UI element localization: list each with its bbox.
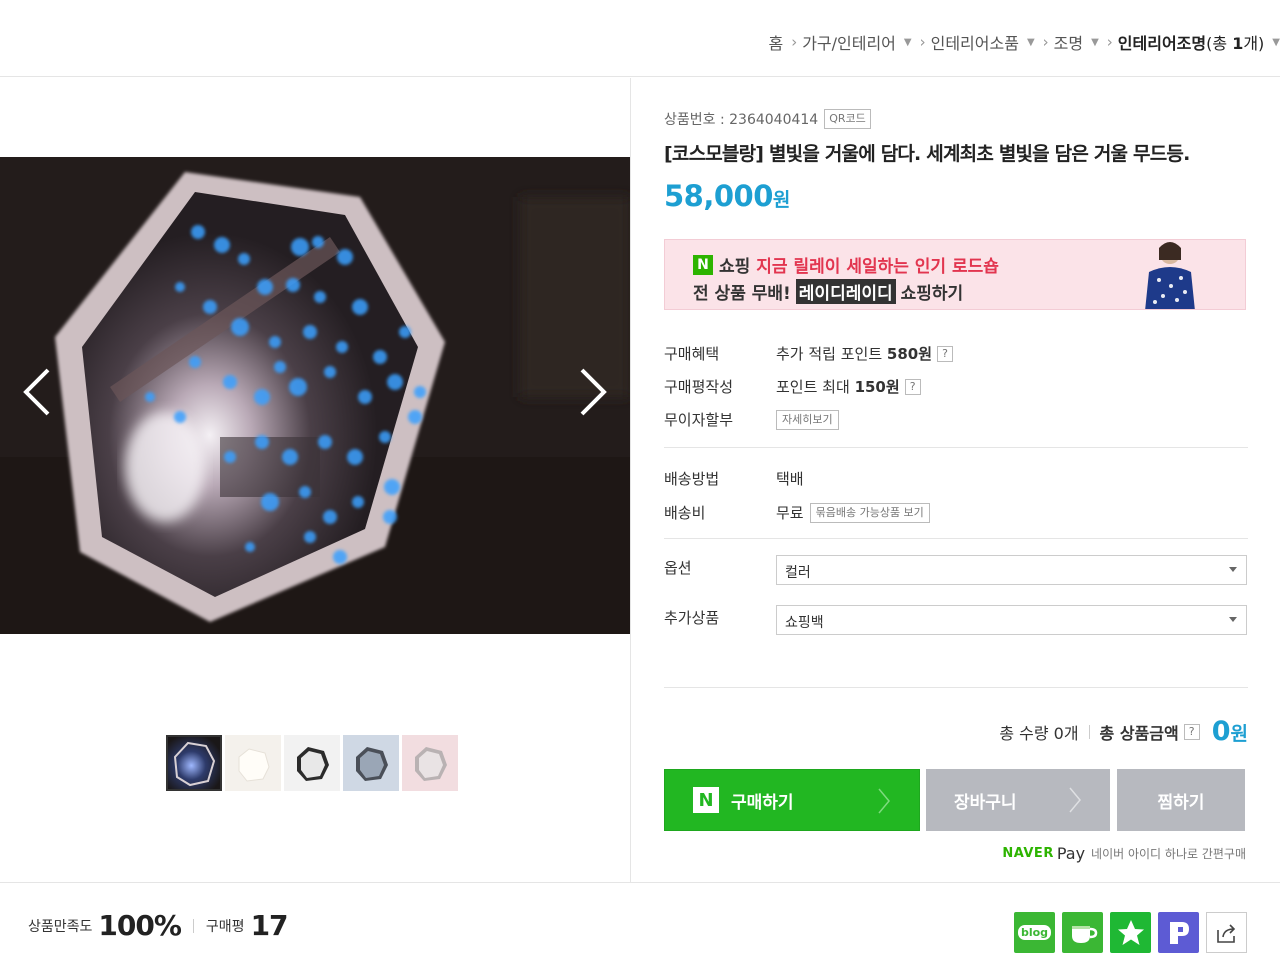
chevron-right-icon: › [791,33,798,51]
caret-down-icon[interactable]: ▼ [1272,37,1280,48]
divider [664,687,1248,688]
total-amount: 0원 [1211,716,1248,747]
thumbnail-2[interactable] [225,735,281,791]
chevron-right-icon[interactable] [572,362,612,422]
buy-button[interactable]: N 구매하기 [664,769,920,831]
caret-down-icon[interactable]: ▼ [904,37,912,48]
bundle-shipping-button[interactable]: 묶음배송 가능상품 보기 [809,502,930,523]
breadcrumb: 홈 › 가구/인테리어 ▼ › 인테리어소품 ▼ › 조명 ▼ › 인테리어조명… [768,30,1280,54]
chevron-right-icon [1069,787,1081,813]
breadcrumb-home[interactable]: 홈 [768,30,783,54]
chevron-right-icon [878,788,890,814]
mirror-lamp-photo [0,157,630,634]
caret-down-icon[interactable]: ▼ [1091,37,1099,48]
share-icon[interactable] [1206,912,1247,953]
breadcrumb-category-1[interactable]: 가구/인테리어 [802,30,896,54]
shipping-method-row: 배송방법 택배 [664,470,804,488]
chevron-down-icon [1229,617,1237,622]
shipping-fee-row: 배송비 무료 묶음배송 가능상품 보기 [664,502,930,523]
product-main-image [0,157,630,634]
chevron-right-icon: › [1106,33,1113,51]
naver-n-icon: N [693,787,719,813]
banner-model-image [1145,242,1195,309]
chevron-left-icon[interactable] [18,362,58,422]
purchase-benefit-row: 구매혜택 추가 적립 포인트 580원 ? [664,343,954,364]
extra-product-select[interactable]: 쇼핑백 [776,605,1247,635]
help-icon[interactable]: ? [1183,723,1200,740]
blog-icon[interactable]: blog [1014,912,1055,953]
share-buttons: blog [1014,912,1247,953]
review-count[interactable]: 17 [251,909,289,942]
naver-n-icon: N [693,254,713,275]
thumbnail-5[interactable] [402,735,458,791]
top-bar: 홈 › 가구/인테리어 ▼ › 인테리어소품 ▼ › 조명 ▼ › 인테리어조명… [0,0,1280,77]
caret-down-icon[interactable]: ▼ [1027,37,1035,48]
thumbnail-list [166,735,458,791]
help-icon[interactable]: ? [937,345,954,362]
qr-code-button[interactable]: QR코드 [824,109,871,129]
breadcrumb-category-3[interactable]: 조명 [1054,30,1083,54]
installment-row: 무이자할부 자세히보기 [664,409,839,430]
product-number: 상품번호 : 2364040414 QR코드 [664,109,871,129]
chevron-down-icon [1229,567,1237,572]
help-icon[interactable]: ? [904,378,921,395]
breadcrumb-category-2[interactable]: 인테리어소품 [931,30,1019,54]
product-price: 58,000원 [664,179,790,213]
chevron-right-icon: › [1042,33,1049,51]
product-footer: 상품만족도 100% 구매평 17 blog [0,882,1280,974]
cart-button[interactable]: 장바구니 [926,769,1110,831]
option-label: 옵션 [664,559,692,577]
thumbnail-1[interactable] [166,735,222,791]
divider [664,447,1248,448]
promo-banner[interactable]: N 쇼핑 지금 릴레이 세일하는 인기 로드숍 전 상품 무배! 레이디레이디 … [664,239,1246,310]
divider [664,538,1248,539]
wishlist-button[interactable]: 찜하기 [1117,769,1245,831]
total-amount-label: 총 상품금액 [1099,723,1179,743]
installment-detail-button[interactable]: 자세히보기 [776,409,839,430]
review-benefit-row: 구매평작성 포인트 최대 150원 ? [664,376,921,397]
breadcrumb-current[interactable]: 인테리어조명(총 1개) [1118,30,1265,54]
satisfaction-summary: 상품만족도 100% 구매평 17 [28,909,289,942]
option-select[interactable]: 컬러 [776,555,1247,585]
satisfaction-value: 100% [98,909,182,942]
image-gallery [0,78,631,882]
total-summary: 총 수량 0개 총 상품금액 ? 0원 [999,716,1248,747]
total-quantity: 총 수량 0개 [999,723,1079,743]
naver-pay-info: NAVER Pay 네이버 아이디 하나로 간편구매 [1002,844,1246,863]
star-icon[interactable] [1110,912,1151,953]
extra-product-label: 추가상품 [664,609,720,627]
chevron-right-icon: › [919,33,926,51]
post-icon[interactable] [1158,912,1199,953]
thumbnail-3[interactable] [284,735,340,791]
product-title: [코스모블랑] 별빛을 거울에 담다. 세계최초 별빛을 담은 거울 무드등. [664,143,1190,165]
cafe-icon[interactable] [1062,912,1103,953]
thumbnail-4[interactable] [343,735,399,791]
